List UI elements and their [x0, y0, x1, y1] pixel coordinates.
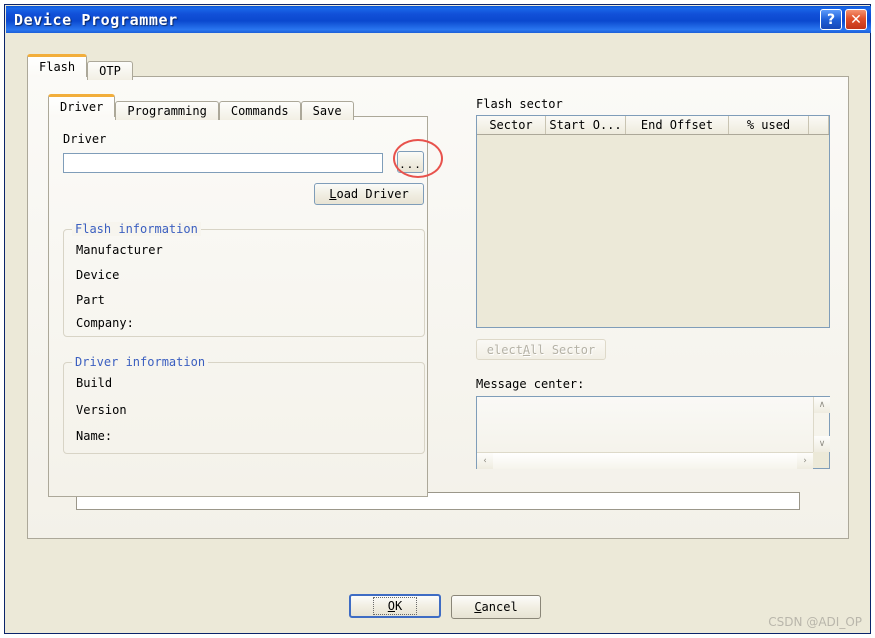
- flash-info-manufacturer: Manufacturer: [76, 243, 163, 257]
- column-header-percent-used[interactable]: % used: [729, 116, 809, 134]
- driver-information-legend: Driver information: [72, 355, 209, 369]
- inner-tab-control: Driver Programming Commands Save Driver …: [48, 94, 428, 497]
- tab-save[interactable]: Save: [300, 101, 354, 120]
- ok-button[interactable]: OK: [349, 594, 441, 618]
- driver-label: Driver: [63, 132, 107, 146]
- flash-sector-header: Sector Start O... End Offset % used: [477, 116, 829, 135]
- cancel-mnemonic: C: [474, 600, 482, 614]
- flash-information-legend: Flash information: [72, 222, 201, 236]
- help-icon[interactable]: ?: [820, 9, 842, 30]
- ok-focus-ring: OK: [372, 597, 418, 615]
- close-icon[interactable]: ✕: [845, 9, 867, 30]
- flash-tab-panel: Driver Programming Commands Save Driver …: [27, 76, 849, 539]
- flash-sector-label: Flash sector: [476, 97, 563, 111]
- column-header-end-offset[interactable]: End Offset: [626, 116, 729, 134]
- message-center-hscrollbar[interactable]: ‹ ›: [477, 452, 813, 469]
- driver-info-name: Name:: [76, 429, 113, 443]
- flash-sector-listview[interactable]: Sector Start O... End Offset % used: [476, 115, 830, 328]
- scroll-right-icon[interactable]: ›: [797, 453, 813, 469]
- column-header-sector[interactable]: Sector: [477, 116, 546, 134]
- tab-commands[interactable]: Commands: [218, 101, 301, 120]
- ok-label: K: [395, 599, 403, 613]
- cancel-button[interactable]: Cancel: [451, 595, 541, 619]
- select-all-mnemonic: A: [522, 342, 531, 357]
- driver-info-version: Version: [76, 403, 127, 417]
- load-driver-mnemonic: L: [329, 187, 337, 201]
- column-header-filler: [809, 116, 829, 134]
- column-header-start-offset[interactable]: Start O...: [546, 116, 626, 134]
- scroll-down-icon[interactable]: ∨: [814, 436, 830, 452]
- select-all-label: ll Sector: [530, 342, 596, 357]
- scroll-up-icon[interactable]: ∧: [814, 397, 830, 413]
- message-center-textarea[interactable]: ∧ ∨ ‹ ›: [476, 396, 830, 469]
- hscroll-thumb[interactable]: [493, 453, 797, 469]
- cancel-label: ancel: [481, 600, 518, 614]
- message-center-vscrollbar[interactable]: ∧ ∨: [813, 397, 830, 452]
- message-center-label: Message center:: [476, 377, 585, 391]
- window-controls: ? ✕: [820, 9, 867, 30]
- browse-button[interactable]: ...: [397, 151, 424, 173]
- scrollbar-corner: [813, 452, 829, 468]
- outer-tabstrip: Flash OTP: [27, 54, 133, 80]
- flash-info-part: Part: [76, 293, 105, 307]
- driver-info-build: Build: [76, 376, 113, 390]
- flash-information-group: Flash information Manufacturer Device Pa…: [63, 222, 425, 337]
- tab-otp[interactable]: OTP: [87, 61, 133, 80]
- driver-input[interactable]: [63, 153, 383, 173]
- ok-mnemonic: O: [387, 599, 395, 613]
- select-all-sector-button[interactable]: elect All Sector: [476, 339, 606, 360]
- screenshot-root: Device Programmer ? ✕ Flash OTP Driver P…: [0, 0, 875, 638]
- window-title: Device Programmer: [14, 10, 178, 29]
- device-programmer-window: Device Programmer ? ✕ Flash OTP Driver P…: [4, 4, 871, 634]
- browse-dots-icon: ...: [399, 158, 422, 171]
- tab-programming[interactable]: Programming: [115, 101, 219, 120]
- driver-information-group: Driver information Build Version Name:: [63, 355, 425, 454]
- load-driver-label: oad Driver: [336, 187, 409, 201]
- flash-sector-rows: [477, 135, 829, 327]
- driver-tab-panel: Driver ... Load Driver Flash information…: [48, 116, 428, 497]
- flash-info-company: Company:: [76, 316, 134, 330]
- tab-flash[interactable]: Flash: [27, 54, 88, 77]
- select-all-prefix: elect: [486, 342, 523, 357]
- outer-tab-control: Flash OTP Driver Programming Commands Sa…: [27, 54, 849, 539]
- watermark: CSDN @ADI_OP: [768, 615, 862, 629]
- scroll-left-icon[interactable]: ‹: [477, 453, 493, 469]
- window-titlebar: Device Programmer ? ✕: [6, 6, 871, 33]
- load-driver-button[interactable]: Load Driver: [314, 183, 424, 205]
- flash-info-device: Device: [76, 268, 120, 282]
- inner-tabstrip: Driver Programming Commands Save: [48, 94, 354, 120]
- tab-driver[interactable]: Driver: [48, 94, 116, 117]
